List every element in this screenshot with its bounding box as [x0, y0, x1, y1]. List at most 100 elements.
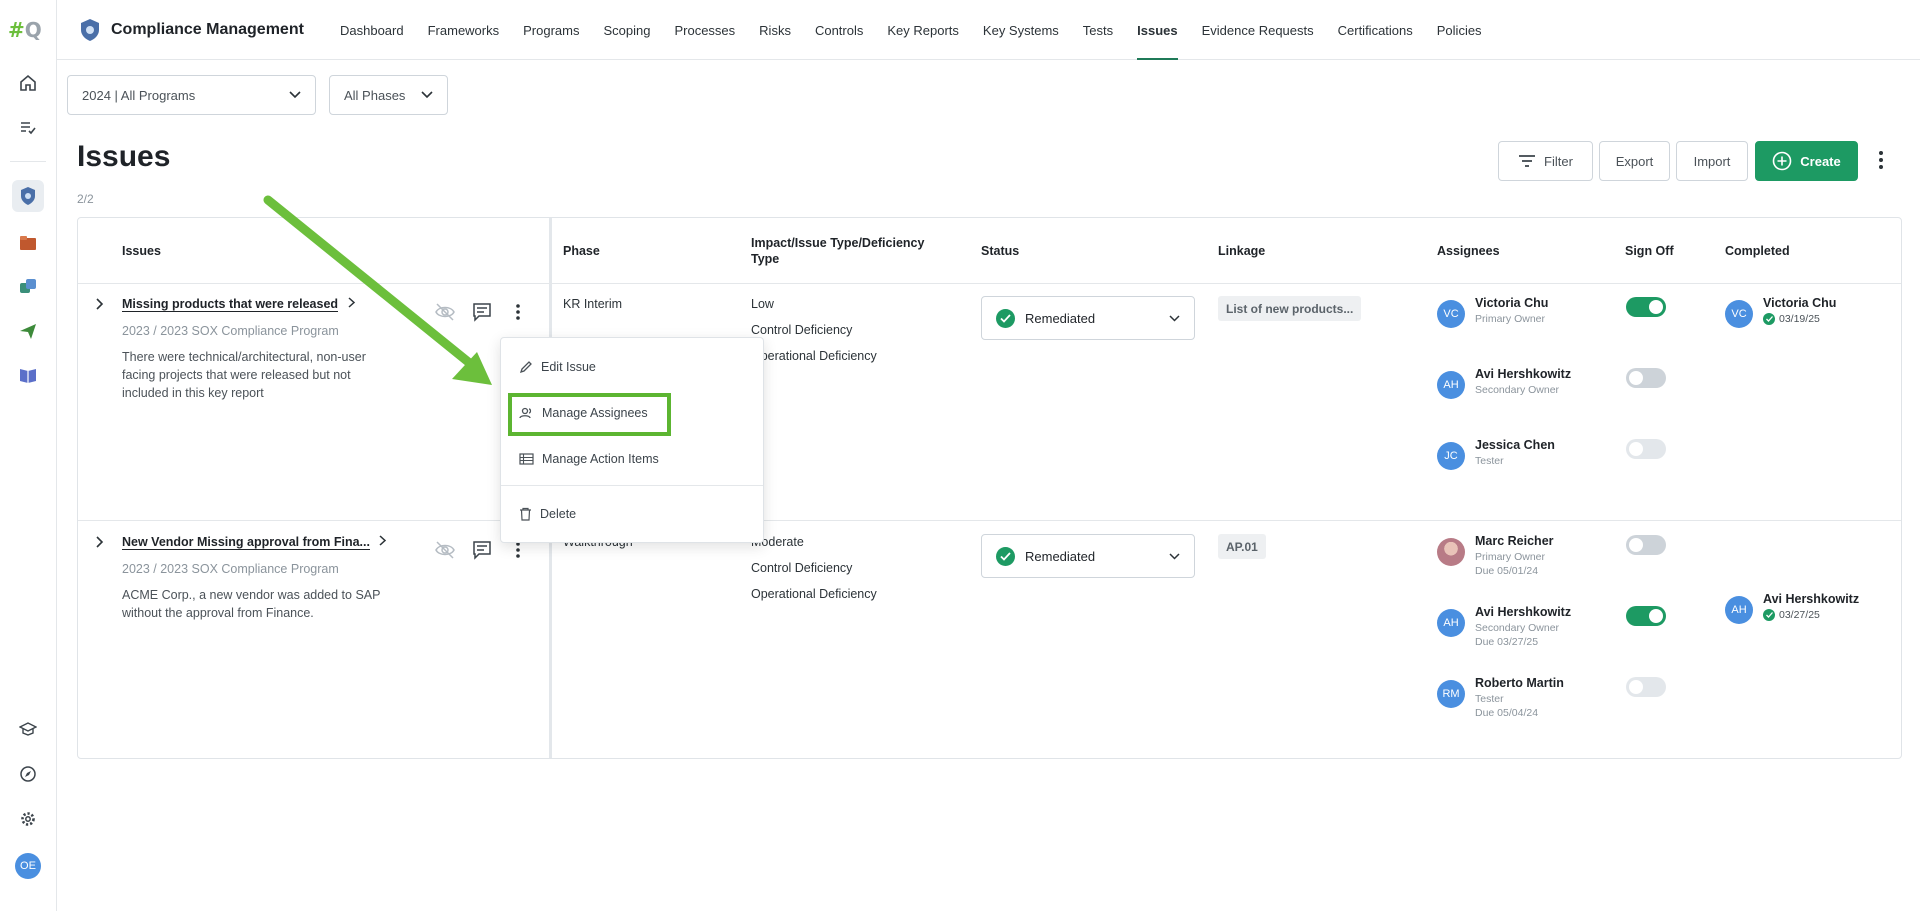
- chevron-right-icon: [379, 535, 387, 546]
- header-signoff[interactable]: Sign Off: [1625, 218, 1674, 284]
- linkage-tag[interactable]: AP.01: [1218, 534, 1266, 559]
- chevron-down-icon: [289, 91, 301, 99]
- list-table-icon: [519, 453, 534, 465]
- signoff-toggle[interactable]: [1626, 606, 1666, 626]
- expand-row-chevron-icon[interactable]: [96, 536, 104, 551]
- program-select[interactable]: 2024 | All Programs: [67, 75, 316, 115]
- nav-tab-frameworks[interactable]: Frameworks: [416, 0, 512, 60]
- check-circle-icon: [996, 546, 1015, 566]
- phase-select[interactable]: All Phases: [329, 75, 448, 115]
- nav-tab-key-systems[interactable]: Key Systems: [971, 0, 1071, 60]
- eye-off-icon[interactable]: [435, 540, 455, 565]
- eye-off-icon[interactable]: [435, 302, 455, 327]
- nav-tab-issues[interactable]: Issues: [1125, 0, 1189, 60]
- nav-tabs: Dashboard Frameworks Programs Scoping Proces…: [328, 0, 1494, 60]
- status-dropdown[interactable]: Remediated: [981, 534, 1195, 578]
- more-options-icon[interactable]: [1876, 149, 1886, 171]
- signoff-toggle[interactable]: [1626, 368, 1666, 388]
- filter-icon: [1519, 155, 1536, 167]
- plus-circle-icon: [1772, 151, 1792, 171]
- chevron-down-icon: [1169, 552, 1180, 560]
- nav-tab-tests[interactable]: Tests: [1071, 0, 1125, 60]
- left-rail: #Q OE: [0, 0, 57, 911]
- menu-edit-issue[interactable]: Edit Issue: [519, 357, 596, 377]
- completed-by: AH Avi Hershkowitz 03/27/25: [1725, 592, 1859, 624]
- nav-tab-dashboard[interactable]: Dashboard: [328, 0, 416, 60]
- issue-program: 2023 / 2023 SOX Compliance Program: [122, 562, 339, 576]
- header-impact[interactable]: Impact/Issue Type/Deficiency Type: [751, 218, 941, 284]
- issue-program: 2023 / 2023 SOX Compliance Program: [122, 324, 339, 338]
- menu-delete[interactable]: Delete: [519, 504, 576, 524]
- row-more-icon[interactable]: [515, 541, 521, 564]
- compliance-shield-icon[interactable]: [12, 180, 44, 212]
- brand: Compliance Management: [79, 18, 304, 42]
- header-status[interactable]: Status: [981, 218, 1019, 284]
- issue-description: There were technical/architectural, non-…: [122, 350, 366, 400]
- filter-button[interactable]: Filter: [1498, 141, 1593, 181]
- assignee[interactable]: RM Roberto Martin Tester Due 05/04/24: [1437, 676, 1564, 719]
- header-completed[interactable]: Completed: [1725, 218, 1790, 284]
- tasks-icon[interactable]: [12, 111, 44, 143]
- create-button[interactable]: Create: [1755, 141, 1858, 181]
- nav-tab-programs[interactable]: Programs: [511, 0, 591, 60]
- header-linkage[interactable]: Linkage: [1218, 218, 1265, 284]
- settings-gear-icon[interactable]: [12, 803, 44, 835]
- issue-description: ACME Corp., a new vendor was added to SA…: [122, 588, 381, 620]
- comment-icon[interactable]: [472, 302, 492, 327]
- assignee[interactable]: VC Victoria Chu Primary Owner: [1437, 296, 1548, 328]
- sync-icon[interactable]: [12, 271, 44, 303]
- book-icon[interactable]: [12, 359, 44, 391]
- export-button[interactable]: Export: [1599, 141, 1670, 181]
- issue-title-link[interactable]: Missing products that were released: [122, 297, 356, 312]
- issue-count: 2/2: [77, 192, 94, 206]
- trash-icon: [520, 507, 531, 521]
- header-issues[interactable]: Issues: [122, 218, 161, 284]
- completed-by: VC Victoria Chu 03/19/25: [1725, 296, 1836, 328]
- shield-logo-icon: [81, 19, 99, 41]
- nav-tab-certifications[interactable]: Certifications: [1326, 0, 1425, 60]
- assignee[interactable]: AH Avi Hershkowitz Secondary Owner Due 03/…: [1437, 605, 1571, 648]
- learning-icon[interactable]: [12, 713, 44, 745]
- signoff-toggle[interactable]: [1626, 297, 1666, 317]
- menu-manage-action-items[interactable]: Manage Action Items: [519, 449, 659, 469]
- pencil-icon: [519, 361, 532, 374]
- row-more-icon[interactable]: [515, 303, 521, 326]
- header-phase[interactable]: Phase: [563, 218, 600, 284]
- signoff-toggle: [1626, 677, 1666, 697]
- expand-row-chevron-icon[interactable]: [96, 298, 104, 313]
- app-title: Compliance Management: [111, 21, 304, 38]
- status-dropdown[interactable]: Remediated: [981, 296, 1195, 340]
- assignee[interactable]: JC Jessica Chen Tester: [1437, 438, 1555, 470]
- app-logo[interactable]: #Q: [8, 18, 48, 42]
- nav-tab-risks[interactable]: Risks: [747, 0, 803, 60]
- signoff-toggle[interactable]: [1626, 535, 1666, 555]
- home-icon[interactable]: [12, 67, 44, 99]
- avatar-photo: [1437, 538, 1465, 566]
- check-circle-icon: [996, 308, 1015, 328]
- signoff-toggle: [1626, 439, 1666, 459]
- import-button[interactable]: Import: [1676, 141, 1748, 181]
- deficiency-type-value: Operational Deficiency: [751, 349, 877, 363]
- nav-tab-key-reports[interactable]: Key Reports: [875, 0, 971, 60]
- send-icon[interactable]: [12, 315, 44, 347]
- comment-icon[interactable]: [472, 540, 492, 565]
- nav-tab-controls[interactable]: Controls: [803, 0, 875, 60]
- compass-icon[interactable]: [12, 758, 44, 790]
- nav-tab-evidence-requests[interactable]: Evidence Requests: [1190, 0, 1326, 60]
- chevron-down-icon: [1169, 314, 1180, 322]
- assignee[interactable]: AH Avi Hershkowitz Secondary Owner: [1437, 367, 1571, 399]
- nav-tab-policies[interactable]: Policies: [1425, 0, 1494, 60]
- check-circle-icon: [1763, 609, 1775, 621]
- assignee[interactable]: Marc Reicher Primary Owner Due 05/01/24: [1437, 534, 1554, 577]
- impact-value: Low: [751, 297, 774, 311]
- user-avatar[interactable]: OE: [12, 850, 44, 882]
- linkage-tag[interactable]: List of new products...: [1218, 296, 1362, 321]
- deficiency-type-value: Operational Deficiency: [751, 587, 877, 601]
- issue-title-link[interactable]: New Vendor Missing approval from Fina...: [122, 535, 387, 550]
- folder-icon[interactable]: [12, 227, 44, 259]
- nav-tab-processes[interactable]: Processes: [662, 0, 747, 60]
- issues-table: Issues Phase Impact/Issue Type/Deficienc…: [77, 217, 1902, 759]
- header-assignees[interactable]: Assignees: [1437, 218, 1500, 284]
- nav-tab-scoping[interactable]: Scoping: [591, 0, 662, 60]
- page-title: Issues: [77, 140, 171, 173]
